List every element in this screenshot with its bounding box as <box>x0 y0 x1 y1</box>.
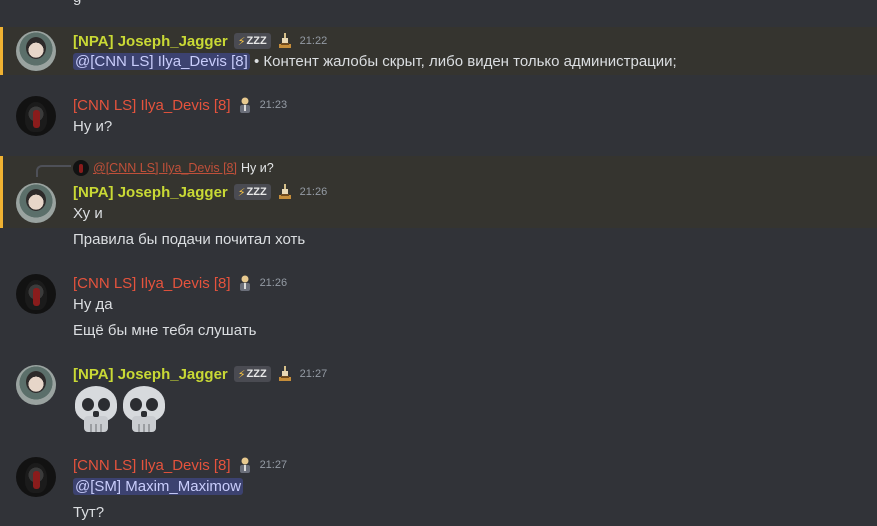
badge-icon[interactable] <box>277 365 293 383</box>
avatar[interactable] <box>16 183 56 223</box>
lightning-icon: ⚡ <box>237 35 246 48</box>
skull-icon[interactable] <box>73 386 119 434</box>
message-header: [CNN LS] Ilya_Devis [8] 21:26 <box>73 272 287 294</box>
avatar[interactable] <box>16 457 56 497</box>
guild-tag[interactable]: ⚡ ZZZ <box>233 33 271 49</box>
message-header: [NPA] Joseph_Jagger ⚡ ZZZ 21:26 <box>73 181 327 203</box>
username[interactable]: [CNN LS] Ilya_Devis [8] <box>73 97 231 114</box>
guild-tag-label: ZZZ <box>246 35 267 47</box>
timestamp[interactable]: 21:26 <box>260 277 288 289</box>
timestamp[interactable]: 21:27 <box>300 368 328 380</box>
message-content: @[CNN LS] Ilya_Devis [8] • Контент жалоб… <box>73 53 677 70</box>
avatar[interactable] <box>16 365 56 405</box>
previous-message-text: g <box>73 0 81 6</box>
message-text: Ну да <box>73 296 113 313</box>
username[interactable]: [CNN LS] Ilya_Devis [8] <box>73 275 231 292</box>
reply-connector <box>36 165 71 177</box>
reply-text[interactable]: Ну и? <box>241 161 274 175</box>
badge-icon[interactable] <box>277 183 293 201</box>
message-text: Ну и? <box>73 118 113 135</box>
message[interactable]: [CNN LS] Ilya_Devis [8] 21:23 Ну и? <box>0 92 877 142</box>
timestamp[interactable]: 21:22 <box>300 35 328 47</box>
timestamp[interactable]: 21:23 <box>260 99 288 111</box>
message-text: Ещё бы мне тебя слушать <box>73 322 257 339</box>
message-highlighted[interactable]: [NPA] Joseph_Jagger ⚡ ZZZ 21:22 @[CNN LS]… <box>0 27 877 75</box>
message-header: [NPA] Joseph_Jagger ⚡ ZZZ 21:27 <box>73 363 327 385</box>
guild-tag-label: ZZZ <box>246 368 267 380</box>
message[interactable]: [CNN LS] Ilya_Devis [8] 21:27 @[SM] Maxi… <box>0 454 877 526</box>
guild-tag[interactable]: ⚡ ZZZ <box>233 366 271 382</box>
user-mention[interactable]: @[CNN LS] Ilya_Devis [8] <box>73 53 250 70</box>
message-text: Ху и <box>73 205 103 222</box>
lightning-icon: ⚡ <box>237 368 246 381</box>
user-mention[interactable]: @[SM] Maxim_Maximow <box>73 478 244 495</box>
message[interactable]: [NPA] Joseph_Jagger ⚡ ZZZ 21:27 <box>0 362 877 437</box>
timestamp[interactable]: 21:26 <box>300 186 328 198</box>
username[interactable]: [NPA] Joseph_Jagger <box>73 33 228 50</box>
message-text: • Контент жалобы скрыт, либо виден тольк… <box>249 53 677 70</box>
emoji-row <box>73 386 167 434</box>
guild-tag[interactable]: ⚡ ZZZ <box>233 184 271 200</box>
lightning-icon: ⚡ <box>237 186 246 199</box>
badge-icon[interactable] <box>277 32 293 50</box>
message-header: [CNN LS] Ilya_Devis [8] 21:27 <box>73 454 287 476</box>
message-header: [NPA] Joseph_Jagger ⚡ ZZZ 21:22 <box>73 30 327 52</box>
person-badge-icon[interactable] <box>237 96 253 114</box>
timestamp[interactable]: 21:27 <box>260 459 288 471</box>
avatar[interactable] <box>16 96 56 136</box>
avatar[interactable] <box>16 31 56 71</box>
message-text: Правила бы подачи почитал хоть <box>73 231 306 248</box>
username[interactable]: [NPA] Joseph_Jagger <box>73 366 228 383</box>
message-header: [CNN LS] Ilya_Devis [8] 21:23 <box>73 94 287 116</box>
person-badge-icon[interactable] <box>237 274 253 292</box>
message[interactable]: [CNN LS] Ilya_Devis [8] 21:26 Ну да Ещё … <box>0 270 877 342</box>
skull-icon[interactable] <box>121 386 167 434</box>
reply-username[interactable]: @[CNN LS] Ilya_Devis [8] <box>93 161 237 175</box>
message-text: Тут? <box>73 504 105 521</box>
person-badge-icon[interactable] <box>237 456 253 474</box>
message-reply-highlighted[interactable]: @[CNN LS] Ilya_Devis [8] Ну и? [NPA] Jos… <box>0 156 877 228</box>
username[interactable]: [CNN LS] Ilya_Devis [8] <box>73 457 231 474</box>
avatar[interactable] <box>16 274 56 314</box>
guild-tag-label: ZZZ <box>246 186 267 198</box>
reply-preview[interactable]: @[CNN LS] Ilya_Devis [8] Ну и? <box>73 159 274 177</box>
username[interactable]: [NPA] Joseph_Jagger <box>73 184 228 201</box>
message-content: @[SM] Maxim_Maximow <box>73 478 244 495</box>
previous-message-fragment: g <box>0 0 877 8</box>
reply-avatar <box>73 160 89 176</box>
